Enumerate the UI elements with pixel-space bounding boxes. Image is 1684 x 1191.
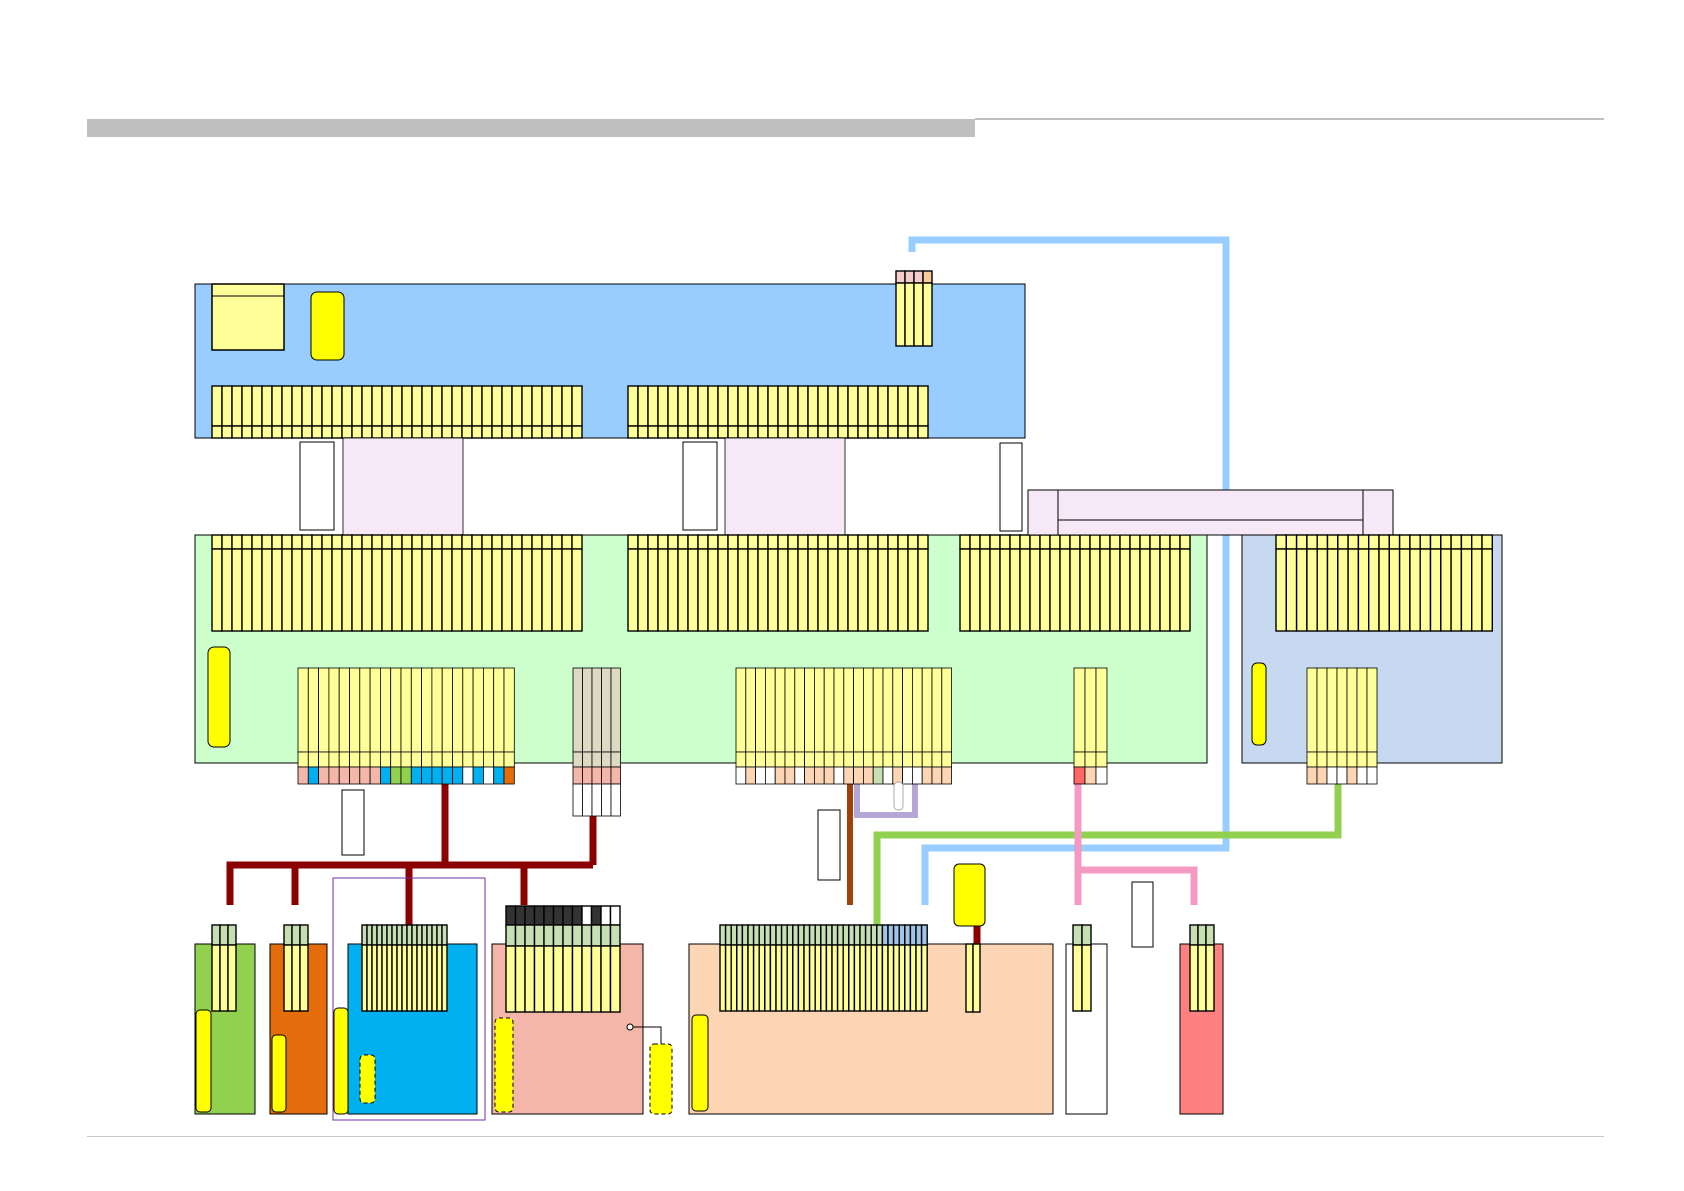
main-connector-right — [627, 385, 929, 439]
main-board-module — [211, 283, 285, 351]
flex-cable-right-tab-l — [1027, 489, 1059, 536]
label-box-c — [1131, 881, 1154, 948]
side-board-chip-icon — [1251, 662, 1267, 746]
board-orange-chip-icon — [271, 1034, 287, 1113]
board-peach-chip-icon — [953, 863, 986, 927]
flex-tab-right — [999, 442, 1023, 532]
mid-board-chip-icon — [207, 646, 231, 748]
board-white-connector — [1072, 924, 1092, 1012]
board-salmon-chip-icon — [494, 1017, 514, 1113]
board-peach-side-chip-icon — [691, 1014, 709, 1112]
board-orange-connector — [283, 924, 309, 1012]
flex-cable-right — [1027, 489, 1394, 536]
main-connector-left — [211, 385, 583, 439]
board-red-connector — [1189, 924, 1215, 1012]
board-peach-small-connector — [965, 943, 981, 1013]
main-connector-cable — [895, 270, 933, 347]
flex-tab-left — [299, 441, 335, 531]
mid-connector-b — [627, 534, 929, 632]
board-cyan-chip-icon — [333, 1007, 349, 1115]
side-connector-a — [1275, 534, 1494, 632]
mid-connector-c — [959, 534, 1191, 632]
board-cyan-connector — [361, 924, 448, 1012]
flex-cable-left — [342, 437, 464, 536]
test-point-icon — [893, 781, 904, 811]
footer-rule — [87, 1136, 1604, 1137]
cable-green — [873, 780, 1342, 925]
board-green-chip-icon — [195, 1009, 212, 1113]
board-salmon-connector — [505, 905, 621, 1013]
mid-connector-d — [297, 667, 515, 785]
flex-cable-right-tab-r — [1362, 489, 1394, 536]
flex-cable-center — [724, 437, 846, 536]
label-box-b — [817, 809, 841, 881]
flex-tab-center — [682, 441, 718, 531]
board-cyan-chip-optional-icon — [359, 1054, 376, 1104]
block-diagram — [194, 236, 1503, 1121]
board-green-connector — [211, 924, 237, 1012]
cable-purple — [854, 780, 918, 818]
mid-connector-g — [1073, 667, 1108, 785]
board-salmon-test-point-icon — [626, 1023, 634, 1031]
mid-connector-e — [572, 667, 621, 817]
board-salmon-ext-chip-icon — [649, 1043, 673, 1115]
mid-connector-a — [211, 534, 583, 632]
side-connector-b — [1306, 667, 1378, 785]
label-box-a — [341, 789, 365, 856]
main-board-chip-icon — [310, 291, 345, 361]
mid-connector-f — [735, 667, 952, 785]
board-peach-connector — [719, 924, 928, 1012]
